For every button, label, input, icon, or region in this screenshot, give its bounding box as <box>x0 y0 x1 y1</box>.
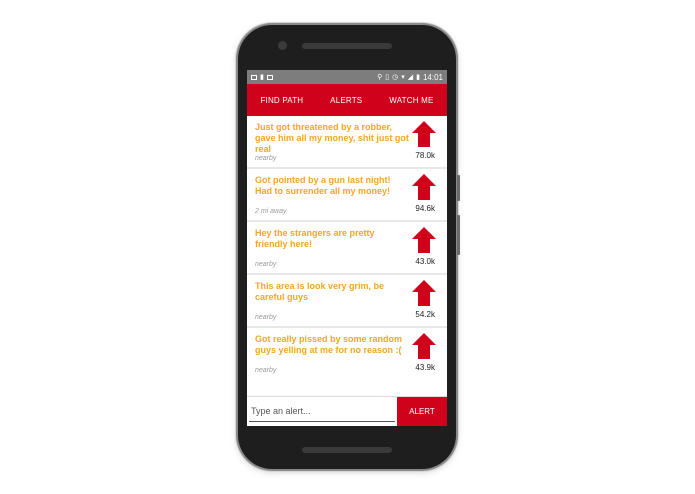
alert-text: This area is look very grim, be careful … <box>255 281 385 302</box>
alert-item[interactable]: Just got threatened by a robber, gave hi… <box>247 116 447 167</box>
alert-item[interactable]: Got really pissed by some random guys ye… <box>247 328 447 379</box>
status-bar: ▮ ⚲ ▯ ◷ ▾ ◢ ▮ 14:01 <box>247 70 447 84</box>
alert-input[interactable] <box>249 401 395 422</box>
alerts-list[interactable]: Just got threatened by a robber, gave hi… <box>247 116 447 379</box>
arrow-up-icon[interactable] <box>411 173 437 201</box>
power-button <box>457 175 460 201</box>
alert-distance: nearby <box>255 367 277 374</box>
arrow-up-icon[interactable] <box>411 279 437 307</box>
arrow-up-icon[interactable] <box>411 332 437 360</box>
tab-bar: FIND PATH ALERTS WATCH ME <box>247 84 447 116</box>
alert-submit-button[interactable]: ALERT <box>397 397 447 426</box>
keyboard-notification-icon <box>266 74 273 80</box>
bottom-speaker <box>302 447 392 453</box>
upvote-count: 54.2k <box>415 310 435 319</box>
alert-distance: nearby <box>255 261 277 268</box>
trash-notification-icon: ▮ <box>260 73 264 81</box>
alert-distance: 2 mi away <box>255 208 287 215</box>
front-camera <box>278 41 287 50</box>
alarm-icon: ◷ <box>392 73 399 81</box>
alert-text: Just got threatened by a robber, gave hi… <box>255 122 409 154</box>
tab-alerts[interactable]: ALERTS <box>328 92 364 109</box>
app-screen: ▮ ⚲ ▯ ◷ ▾ ◢ ▮ 14:01 FIND PATH ALERTS WAT… <box>247 70 447 426</box>
alert-text: Hey the strangers are pretty friendly he… <box>255 228 375 249</box>
tab-find-path[interactable]: FIND PATH <box>258 92 305 109</box>
volume-button <box>457 215 460 255</box>
alert-item[interactable]: This area is look very grim, be careful … <box>247 275 447 326</box>
alert-item[interactable]: Got pointed by a gun last night! Had to … <box>247 169 447 220</box>
tab-watch-me[interactable]: WATCH ME <box>387 92 435 109</box>
alert-distance: nearby <box>255 155 277 162</box>
upvote-count: 78.0k <box>415 151 435 160</box>
alert-text: Got pointed by a gun last night! Had to … <box>255 175 391 196</box>
alert-text: Got really pissed by some random guys ye… <box>255 334 403 355</box>
upvote-count: 94.6k <box>415 204 435 213</box>
alert-distance: nearby <box>255 314 277 321</box>
arrow-up-icon[interactable] <box>411 120 437 148</box>
arrow-up-icon[interactable] <box>411 226 437 254</box>
status-time: 14:01 <box>422 72 443 82</box>
vibrate-icon: ▯ <box>385 73 390 81</box>
signal-icon: ◢ <box>407 73 414 81</box>
alert-item[interactable]: Hey the strangers are pretty friendly he… <box>247 222 447 273</box>
wifi-icon: ▾ <box>401 73 405 81</box>
battery-icon: ▮ <box>416 73 420 81</box>
top-speaker <box>302 43 392 49</box>
upvote-count: 43.0k <box>415 257 435 266</box>
upvote-count: 43.9k <box>415 363 435 372</box>
alert-composer: ALERT <box>247 396 447 426</box>
image-notification-icon <box>251 74 257 80</box>
location-icon: ⚲ <box>377 73 383 81</box>
